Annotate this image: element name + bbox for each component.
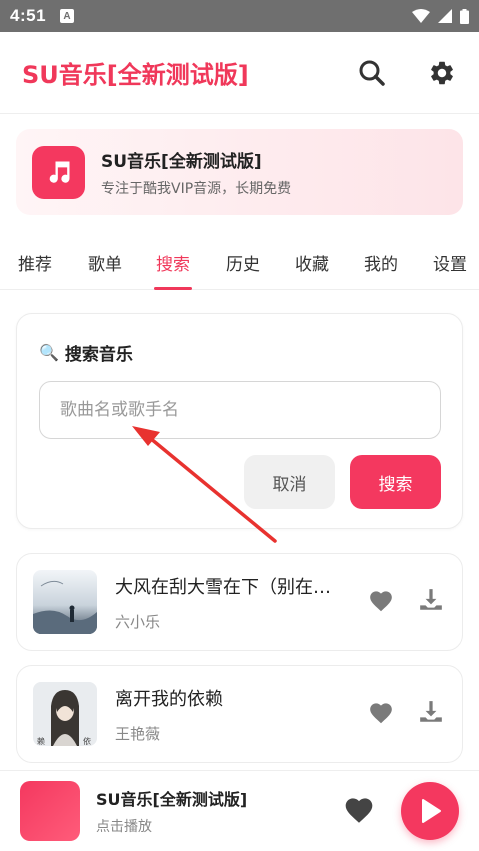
- song-list-item[interactable]: 赖 依 离开我的依赖 王艳薇: [16, 665, 463, 763]
- search-heading: 🔍 搜索音乐: [39, 340, 133, 365]
- player-subtitle: 点击播放: [96, 819, 152, 835]
- status-time: 4:51: [10, 6, 47, 25]
- tab-search[interactable]: 搜索: [154, 238, 192, 290]
- song-title: 离开我的依赖: [115, 688, 223, 710]
- svg-text:赖: 赖: [37, 736, 45, 746]
- tab-mine[interactable]: 我的: [362, 238, 400, 290]
- search-input[interactable]: [39, 381, 441, 439]
- tab-favorites[interactable]: 收藏: [293, 238, 331, 290]
- search-button[interactable]: 搜索: [350, 455, 441, 509]
- music-note-icon: [32, 145, 85, 199]
- heart-icon[interactable]: [368, 588, 394, 616]
- play-button[interactable]: [401, 782, 459, 840]
- album-cover: [33, 570, 97, 634]
- song-artist: 王艳薇: [115, 724, 161, 743]
- status-icons: [412, 8, 469, 24]
- battery-icon: [460, 8, 469, 24]
- song-title: 大风在刮大雪在下（别在…: [115, 576, 331, 598]
- app-banner: SU音乐[全新测试版] 专注于酷我VIP音源，长期免费: [16, 129, 463, 215]
- tab-settings[interactable]: 设置: [431, 238, 469, 290]
- download-icon[interactable]: [418, 587, 444, 617]
- app-bar: SU音乐[全新测试版]: [0, 32, 479, 114]
- magnifier-icon: 🔍: [39, 343, 59, 362]
- heart-icon[interactable]: [343, 794, 375, 828]
- heart-icon[interactable]: [368, 700, 394, 728]
- tab-recommend[interactable]: 推荐: [16, 238, 54, 290]
- signal-icon: [438, 9, 452, 23]
- album-cover: 赖 依: [33, 682, 97, 746]
- song-list-item[interactable]: 大风在刮大雪在下（别在… 六小乐: [16, 553, 463, 651]
- search-card: 🔍 搜索音乐 取消 搜索: [16, 313, 463, 529]
- svg-text:依: 依: [83, 736, 91, 746]
- play-icon: [422, 799, 441, 823]
- gear-icon[interactable]: [427, 58, 457, 88]
- search-icon[interactable]: [357, 58, 387, 88]
- mini-player[interactable]: SU音乐[全新测试版] 点击播放: [0, 770, 479, 851]
- cancel-button[interactable]: 取消: [244, 455, 335, 509]
- notification-icon: A: [60, 9, 75, 23]
- tab-playlist[interactable]: 歌单: [86, 238, 124, 290]
- app-title: SU音乐[全新测试版]: [22, 61, 249, 89]
- wifi-icon: [412, 9, 430, 23]
- tab-history[interactable]: 历史: [224, 238, 262, 290]
- tab-bar: 推荐 歌单 搜索 历史 收藏 我的 设置: [0, 238, 479, 290]
- player-title: SU音乐[全新测试版]: [96, 790, 248, 809]
- status-bar: 4:51 A: [0, 0, 479, 32]
- search-heading-label: 搜索音乐: [64, 345, 133, 365]
- banner-title: SU音乐[全新测试版]: [101, 151, 262, 172]
- download-icon[interactable]: [418, 699, 444, 729]
- banner-description: 专注于酷我VIP音源，长期免费: [101, 180, 292, 197]
- player-cover: [20, 781, 80, 841]
- song-artist: 六小乐: [115, 612, 161, 631]
